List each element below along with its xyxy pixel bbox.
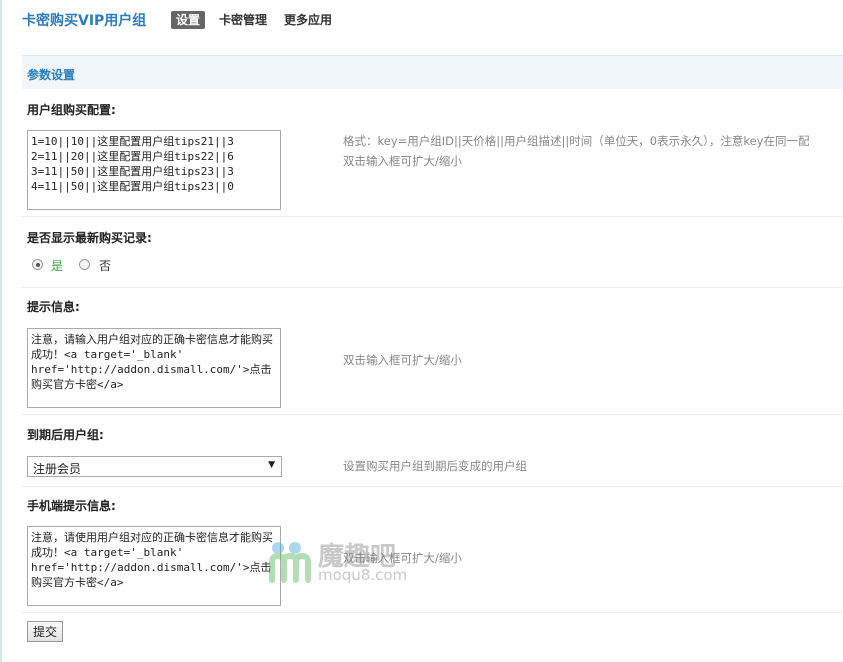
row-divider bbox=[22, 216, 843, 217]
tab-card-management[interactable]: 卡密管理 bbox=[214, 11, 272, 29]
section-header: 参数设置 bbox=[22, 55, 843, 89]
expire-group-hint: 设置购买用户组到期后变成的用户组 bbox=[343, 459, 527, 473]
buy-config-textarea[interactable]: 1=10||10||这里配置用户组tips21||3 2=11||20||这里配… bbox=[27, 130, 281, 210]
tip-info-textarea[interactable]: 注意，请输入用户组对应的正确卡密信息才能购买成功！<a target='_bla… bbox=[27, 328, 281, 408]
left-border bbox=[0, 0, 2, 662]
watermark-logo-icon bbox=[269, 542, 311, 583]
watermark: 魔趣吧 moqu8.com bbox=[266, 536, 426, 586]
submit-button[interactable]: 提交 bbox=[27, 621, 63, 642]
radio-dot-icon bbox=[35, 262, 40, 267]
section-title: 参数设置 bbox=[27, 68, 76, 82]
expire-group-label: 到期后用户组: bbox=[27, 428, 104, 442]
tip-info-label: 提示信息: bbox=[27, 300, 80, 314]
row-divider bbox=[22, 486, 843, 487]
tab-settings[interactable]: 设置 bbox=[171, 11, 206, 29]
buy-config-label: 用户组购买配置: bbox=[27, 103, 116, 117]
show-latest-label: 是否显示最新购买记录: bbox=[27, 231, 152, 245]
tip-info-hint: 双击输入框可扩大/缩小 bbox=[343, 353, 462, 367]
row-divider bbox=[22, 287, 843, 288]
app-title: 卡密购买VIP用户组 bbox=[22, 13, 147, 29]
radio-no-label[interactable]: 否 bbox=[99, 257, 111, 274]
row-divider bbox=[22, 414, 843, 415]
chevron-down-icon: ▼ bbox=[268, 460, 275, 470]
mobile-tip-label: 手机端提示信息: bbox=[27, 499, 116, 513]
mobile-tip-textarea[interactable]: 注意，请使用用户组对应的正确卡密信息才能购买成功！<a target='_bla… bbox=[27, 526, 281, 606]
radio-no[interactable] bbox=[79, 259, 90, 270]
radio-yes[interactable] bbox=[32, 259, 43, 270]
buy-config-hint-format: 格式：key=用户组ID||天价格||用户组描述||时间（单位天，0表示永久），… bbox=[343, 134, 810, 148]
watermark-url: moqu8.com bbox=[318, 566, 408, 584]
expire-group-selected: 注册会员 bbox=[33, 462, 82, 476]
radio-yes-label[interactable]: 是 bbox=[51, 257, 63, 274]
top-nav: 卡密购买VIP用户组 设置 卡密管理 更多应用 bbox=[0, 0, 843, 40]
buy-config-hint-resize: 双击输入框可扩大/缩小 bbox=[343, 154, 462, 168]
tab-more-apps[interactable]: 更多应用 bbox=[279, 11, 337, 29]
row-divider bbox=[22, 612, 843, 613]
expire-group-select[interactable]: 注册会员 ▼ bbox=[27, 456, 282, 477]
